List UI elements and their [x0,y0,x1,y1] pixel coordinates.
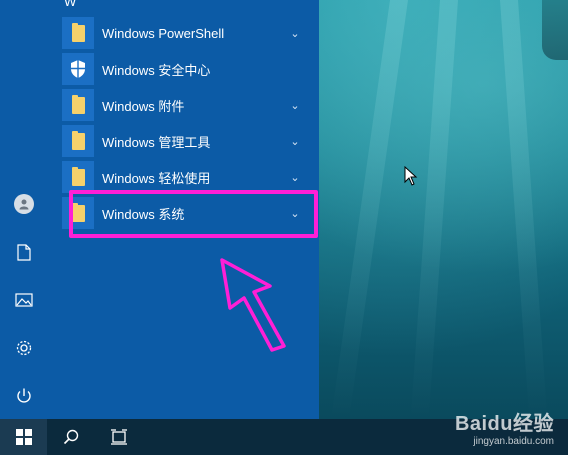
section-letter[interactable]: W [64,0,76,9]
document-icon [17,243,31,261]
task-view-icon [111,429,127,445]
search-button[interactable] [47,419,95,455]
light-ray [331,0,408,419]
app-label: Windows 管理工具 [102,134,211,150]
task-view-button[interactable] [95,419,143,455]
power-icon [17,388,31,403]
search-icon [63,429,79,445]
start-menu: W Windows PowerShell ⌄ Windows 安全中心 Wind… [0,0,319,419]
annotation-arrow-icon [220,258,286,352]
chevron-down-icon[interactable]: ⌄ [288,171,302,184]
pictures-button[interactable] [0,280,48,320]
watermark-brand: Baidu经验 [454,413,554,435]
app-item-admin-tools[interactable]: Windows 管理工具 ⌄ [62,124,312,158]
windows-logo-icon [15,429,32,445]
taskbar: Baidu经验 jingyan.baidu.com [0,413,568,455]
chevron-down-icon[interactable]: ⌄ [288,99,302,112]
diver-silhouette [542,0,568,60]
settings-gear-icon [16,340,32,356]
watermark: Baidu经验 jingyan.baidu.com [455,407,554,447]
app-item-powershell[interactable]: Windows PowerShell ⌄ [62,16,312,50]
app-label: Windows 附件 [102,98,185,114]
app-tile [62,125,94,157]
pictures-icon [15,293,33,307]
power-button[interactable] [0,376,48,416]
light-ray [500,0,548,419]
app-label: Windows PowerShell [102,25,225,41]
chevron-down-icon[interactable]: ⌄ [288,27,302,40]
app-item-security-center[interactable]: Windows 安全中心 [62,52,312,86]
app-item-ease-of-access[interactable]: Windows 轻松使用 ⌄ [62,160,312,194]
documents-button[interactable] [0,232,48,272]
user-account-button[interactable] [0,184,48,224]
highlight-box [69,190,318,238]
shield-icon [71,60,85,78]
folder-icon [71,130,85,150]
watermark-url: jingyan.baidu.com [473,436,554,447]
app-label: Windows 安全中心 [102,62,211,78]
light-ray [410,0,458,419]
folder-icon [71,166,85,186]
folder-icon [71,22,85,42]
mouse-cursor-icon [404,166,418,186]
app-item-accessories[interactable]: Windows 附件 ⌄ [62,88,312,122]
start-button[interactable] [0,419,47,455]
start-left-rail [0,0,48,419]
app-tile [62,53,94,85]
app-tile [62,17,94,49]
user-avatar-icon [14,194,34,214]
app-tile [62,161,94,193]
app-tile [62,89,94,121]
chevron-down-icon[interactable]: ⌄ [288,135,302,148]
settings-button[interactable] [0,328,48,368]
folder-icon [71,94,85,114]
app-label: Windows 轻松使用 [102,170,211,186]
